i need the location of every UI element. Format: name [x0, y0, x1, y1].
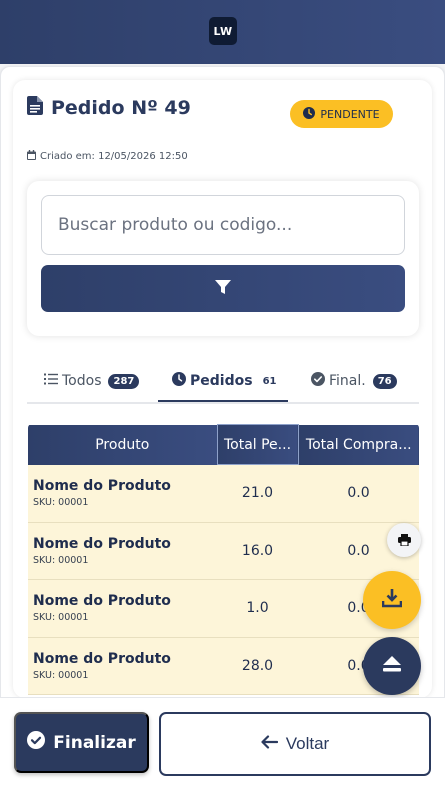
check-circle-icon — [27, 731, 46, 754]
check-circle-icon — [311, 372, 325, 390]
tab-finalizados[interactable]: Final. 76 — [311, 360, 397, 402]
back-button[interactable]: Voltar — [159, 712, 431, 776]
column-header-total-pedido[interactable]: Total Pe... — [216, 424, 299, 465]
total-pedido-cell: 16.0 — [217, 522, 298, 580]
finalize-button[interactable]: Finalizar — [14, 712, 149, 773]
tab-todos[interactable]: Todos 287 — [44, 360, 140, 402]
printer-icon — [397, 531, 411, 550]
product-cell: Nome do Produto SKU: 00001 — [28, 579, 217, 638]
products-table: Produto Total Pe... Total Compra... Nome… — [28, 424, 419, 698]
column-header-total-compra[interactable]: Total Compra... — [298, 424, 419, 465]
clock-icon — [303, 106, 316, 122]
order-title-text: Pedido Nº 49 — [51, 97, 191, 119]
product-cell: Nome do Produto SKU: 00001 — [28, 637, 217, 695]
created-date: Criado em: 12/05/2026 12:50 — [27, 150, 188, 163]
table-row[interactable]: Nome do Produto SKU: 00001 16.0 0.0 — [28, 522, 419, 580]
product-name: Nome do Produto — [33, 478, 171, 494]
top-app-bar: LW — [0, 0, 445, 64]
filter-button[interactable] — [41, 265, 405, 312]
total-pedido-cell: 28.0 — [217, 637, 298, 695]
product-cell: Nome do Produto SKU: 00001 — [28, 522, 217, 580]
product-sku: SKU: 00001 — [33, 669, 89, 681]
table-row[interactable]: Nome do Produto SKU: 00001 28.0 0.0 — [28, 637, 419, 695]
table-header-row: Produto Total Pe... Total Compra... — [28, 424, 419, 465]
status-badge: PENDENTE — [290, 100, 393, 128]
calendar-icon — [27, 150, 36, 163]
finalize-label: Finalizar — [53, 732, 136, 753]
filter-icon — [215, 279, 231, 298]
total-pedido-cell: 1.0 — [217, 579, 298, 638]
tab-count-badge: 287 — [108, 373, 140, 389]
created-date-text: Criado em: 12/05/2026 12:50 — [40, 151, 188, 162]
tab-label: Pedidos — [190, 373, 253, 389]
product-name: Nome do Produto — [33, 535, 171, 552]
product-sku: SKU: 00001 — [33, 497, 89, 508]
order-title: Pedido Nº 49 — [27, 95, 191, 121]
document-icon — [27, 96, 43, 120]
tab-bar: Todos 287 Pedidos 61 Final. 76 — [27, 360, 419, 404]
list-icon — [44, 373, 58, 389]
download-button[interactable] — [363, 571, 421, 629]
active-tab-indicator — [158, 400, 288, 402]
upload-button[interactable] — [363, 637, 421, 695]
app-logo: LW — [209, 17, 237, 45]
tab-label: Todos — [62, 373, 102, 389]
tab-count-badge: 61 — [262, 375, 277, 387]
column-header-produto[interactable]: Produto — [28, 424, 217, 465]
table-row[interactable]: Nome do Produto SKU: 00001 21.0 0.0 — [28, 464, 419, 523]
back-label: Voltar — [285, 734, 330, 753]
tab-pedidos[interactable]: Pedidos 61 — [172, 360, 276, 402]
product-cell: Nome do Produto SKU: 00001 — [28, 464, 217, 523]
total-compra-cell: 0.0 — [298, 464, 419, 523]
print-button[interactable] — [387, 523, 421, 557]
tab-label: Final. — [329, 373, 366, 389]
total-pedido-cell: 21.0 — [217, 464, 298, 523]
product-name: Nome do Produto — [33, 650, 171, 667]
table-row[interactable]: Nome do Produto SKU: 00001 1.0 0.0 — [28, 579, 419, 638]
tab-count-badge: 76 — [372, 373, 397, 389]
eject-icon — [383, 656, 401, 676]
search-input[interactable] — [41, 195, 405, 255]
product-name: Nome do Produto — [33, 593, 171, 610]
product-sku: SKU: 00001 — [33, 554, 89, 566]
arrow-left-icon — [261, 734, 278, 754]
status-text: PENDENTE — [320, 107, 380, 121]
clock-icon — [172, 372, 186, 390]
download-icon — [381, 588, 403, 612]
product-sku: SKU: 00001 — [33, 612, 89, 624]
